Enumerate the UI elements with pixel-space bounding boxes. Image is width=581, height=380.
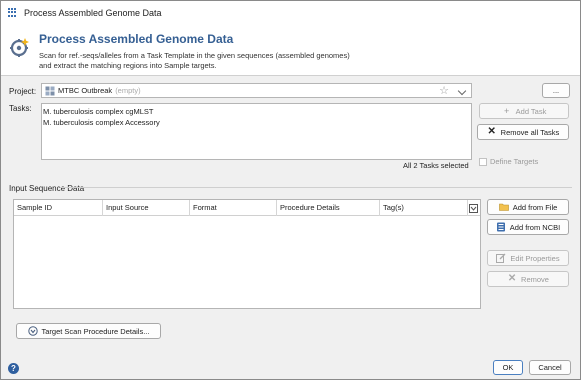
remove-label: Remove bbox=[521, 274, 549, 284]
edit-properties-label: Edit Properties bbox=[510, 253, 560, 263]
chevron-down-icon[interactable] bbox=[457, 86, 467, 96]
help-icon[interactable]: ? bbox=[8, 363, 19, 374]
project-more-button[interactable]: ... bbox=[542, 83, 570, 98]
add-from-ncbi-label: Add from NCBI bbox=[509, 222, 561, 232]
cancel-button[interactable]: Cancel bbox=[529, 360, 571, 375]
tasks-status: All 2 Tasks selected bbox=[403, 161, 469, 170]
header-title: Process Assembled Genome Data bbox=[39, 32, 234, 46]
column-header[interactable]: Format bbox=[190, 200, 277, 216]
edit-properties-button[interactable]: Edit Properties bbox=[487, 250, 569, 266]
add-from-file-button[interactable]: Add from File bbox=[487, 199, 569, 215]
column-header[interactable]: Sample ID bbox=[14, 200, 103, 216]
dialog-window: Process Assembled Genome Data Process As… bbox=[0, 0, 581, 380]
description-line-2: and extract the matching regions into Sa… bbox=[39, 61, 217, 70]
folder-icon bbox=[498, 203, 509, 211]
add-task-label: Add Task bbox=[515, 106, 547, 116]
remove-button[interactable]: ✕ Remove bbox=[487, 271, 569, 287]
plus-icon: + bbox=[504, 106, 510, 116]
target-scan-icon bbox=[27, 326, 38, 336]
add-from-ncbi-button[interactable]: Add from NCBI bbox=[487, 219, 569, 235]
target-scan-label: Target Scan Procedure Details... bbox=[41, 326, 150, 336]
remove-all-tasks-label: Remove all Tasks bbox=[500, 127, 560, 137]
close-icon: ✕ bbox=[487, 126, 496, 137]
input-sequence-table[interactable]: Sample ID Input Source Format Procedure … bbox=[13, 199, 481, 309]
add-from-file-label: Add from File bbox=[512, 202, 558, 212]
ncbi-database-icon bbox=[496, 222, 505, 232]
project-value: MTBC Outbreak bbox=[58, 86, 113, 95]
project-icon bbox=[45, 86, 55, 95]
target-scan-details-button[interactable]: Target Scan Procedure Details... bbox=[16, 323, 161, 339]
project-combobox[interactable]: MTBC Outbreak (empty) ☆ bbox=[41, 83, 472, 98]
project-label: Project: bbox=[9, 87, 37, 96]
close-icon: ✕ bbox=[507, 273, 517, 284]
edit-icon bbox=[496, 253, 506, 263]
column-header[interactable]: Tag(s) bbox=[380, 200, 468, 216]
tasks-list[interactable]: M. tuberculosis complex cgMLST M. tuberc… bbox=[41, 103, 472, 160]
genome-process-icon bbox=[10, 38, 29, 57]
add-task-button[interactable]: + Add Task bbox=[479, 103, 569, 119]
header-description: Scan for ref.-seqs/alleles from a Task T… bbox=[39, 51, 419, 71]
description-line-1: Scan for ref.-seqs/alleles from a Task T… bbox=[39, 51, 350, 60]
remove-all-tasks-button[interactable]: ✕ Remove all Tasks bbox=[477, 124, 569, 140]
table-header: Sample ID Input Source Format Procedure … bbox=[14, 200, 480, 216]
list-item[interactable]: M. tuberculosis complex Accessory bbox=[43, 117, 471, 128]
column-chooser-icon[interactable] bbox=[468, 200, 480, 216]
column-header[interactable]: Procedure Details bbox=[277, 200, 380, 216]
list-item[interactable]: M. tuberculosis complex cgMLST bbox=[43, 106, 471, 117]
ok-button[interactable]: OK bbox=[493, 360, 523, 375]
app-grid-icon bbox=[8, 7, 18, 18]
dialog-header: Process Assembled Genome Data Scan for r… bbox=[1, 24, 580, 76]
tasks-label: Tasks: bbox=[9, 104, 32, 113]
project-empty-hint: (empty) bbox=[115, 86, 141, 95]
group-divider bbox=[61, 187, 572, 188]
define-targets-label: Define Targets bbox=[490, 157, 539, 166]
define-targets-checkbox[interactable] bbox=[479, 158, 487, 166]
star-icon[interactable]: ☆ bbox=[439, 84, 449, 98]
window-title: Process Assembled Genome Data bbox=[24, 7, 162, 18]
input-group-label: Input Sequence Data bbox=[9, 184, 85, 193]
column-header[interactable]: Input Source bbox=[103, 200, 190, 216]
title-bar: Process Assembled Genome Data bbox=[1, 1, 580, 24]
